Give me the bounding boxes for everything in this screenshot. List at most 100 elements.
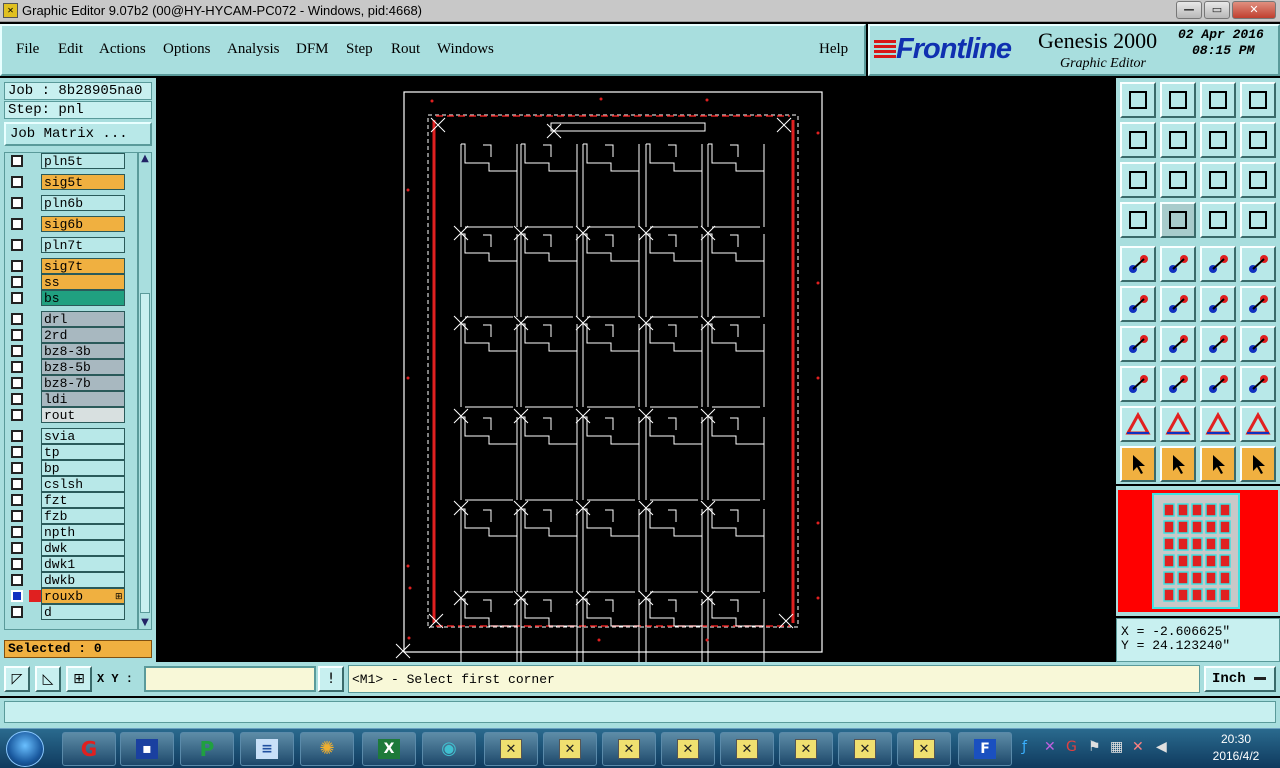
unit-selector[interactable]: Inch: [1204, 666, 1276, 692]
taskbar-genesis-7[interactable]: ✕: [838, 732, 892, 766]
line-tool-button[interactable]: [1160, 326, 1196, 362]
layer-name[interactable]: svia: [41, 428, 125, 444]
triangle-2-button[interactable]: [1160, 406, 1196, 442]
layer-name[interactable]: ss: [41, 274, 125, 290]
layer-row-fzb[interactable]: fzb: [5, 508, 137, 524]
minimize-button[interactable]: —: [1176, 1, 1202, 19]
layer-row-drl[interactable]: drl: [5, 311, 137, 327]
menu-dfm[interactable]: DFM: [296, 41, 329, 58]
dimension-button[interactable]: [1200, 366, 1236, 402]
layer-checkbox[interactable]: [11, 239, 23, 251]
pan-left-button[interactable]: [1120, 122, 1156, 158]
scale-1to2-button[interactable]: [1200, 162, 1236, 198]
layer-checkbox[interactable]: [11, 176, 23, 188]
help-button[interactable]: [1240, 162, 1276, 198]
fit-screen-button[interactable]: [1120, 162, 1156, 198]
layer-checkbox[interactable]: [11, 478, 23, 490]
close-button[interactable]: ✕: [1232, 1, 1276, 19]
scroll-up-icon[interactable]: ▲: [140, 153, 150, 165]
taskbar-excel[interactable]: X: [362, 732, 416, 766]
layer-checkbox[interactable]: [11, 218, 23, 230]
layer-name[interactable]: bz8-5b: [41, 359, 125, 375]
layer-checkbox[interactable]: [11, 329, 23, 341]
taskbar-eye[interactable]: ◉: [422, 732, 476, 766]
layer-row-sig7t[interactable]: sig7t: [5, 258, 137, 274]
snap-settings-button[interactable]: [1120, 202, 1156, 238]
add-node-button[interactable]: [1240, 286, 1276, 322]
menu-help[interactable]: Help: [819, 41, 848, 58]
polygon-tool-button[interactable]: [1160, 246, 1196, 282]
menu-edit[interactable]: Edit: [58, 41, 83, 58]
layer-row-pln6b[interactable]: pln6b: [5, 195, 137, 211]
menu-step[interactable]: Step: [346, 41, 373, 58]
taskbar-genesis-6[interactable]: ✕: [779, 732, 833, 766]
tray-volume-icon[interactable]: ◀: [1156, 739, 1167, 755]
layer-row-pln7t[interactable]: pln7t: [5, 237, 137, 253]
layer-name[interactable]: fzt: [41, 492, 125, 508]
layer-row-tp[interactable]: tp: [5, 444, 137, 460]
layer-colors-button[interactable]: [1200, 202, 1236, 238]
center-button[interactable]: [1160, 162, 1196, 198]
layer-checkbox[interactable]: [11, 574, 23, 586]
scroll-thumb[interactable]: [140, 293, 150, 613]
layer-checkbox[interactable]: [11, 409, 23, 421]
angle-tool-button[interactable]: [1120, 326, 1156, 362]
menu-file[interactable]: File: [16, 41, 39, 58]
menu-windows[interactable]: Windows: [437, 41, 494, 58]
layer-name[interactable]: sig6b: [41, 216, 125, 232]
layer-checkbox[interactable]: [11, 276, 23, 288]
layer-name[interactable]: dwk: [41, 540, 125, 556]
taskbar-genesis-1[interactable]: ✕: [484, 732, 538, 766]
layer-colors-2-button[interactable]: [1240, 202, 1276, 238]
taskbar-app-p[interactable]: P: [180, 732, 234, 766]
pad-tool-button[interactable]: [1120, 246, 1156, 282]
layer-name[interactable]: d: [41, 604, 125, 620]
route-select-button[interactable]: [1240, 446, 1276, 482]
menu-analysis[interactable]: Analysis: [227, 41, 280, 58]
open-job-button[interactable]: [1120, 82, 1156, 118]
slot-tool-button[interactable]: [1160, 366, 1196, 402]
flip-button[interactable]: [1240, 122, 1276, 158]
command-input[interactable]: [4, 701, 1276, 723]
pan-right-button[interactable]: [1160, 122, 1196, 158]
scroll-down-icon[interactable]: ▼: [140, 617, 150, 629]
layer-name[interactable]: drl: [41, 311, 125, 327]
move-node-button[interactable]: [1200, 286, 1236, 322]
circle-pad-button[interactable]: [1240, 246, 1276, 282]
graphic-canvas[interactable]: [156, 78, 1116, 683]
layer-row-fzt[interactable]: fzt: [5, 492, 137, 508]
home-button[interactable]: [1200, 82, 1236, 118]
tray-g-icon[interactable]: G: [1066, 739, 1077, 755]
layer-checkbox[interactable]: [11, 462, 23, 474]
maximize-button[interactable]: ▭: [1204, 1, 1230, 19]
minimap-view[interactable]: [1116, 486, 1280, 616]
job-matrix-button[interactable]: Job Matrix ...: [4, 122, 152, 146]
layer-row-pln5t[interactable]: pln5t: [5, 153, 137, 169]
layer-checkbox[interactable]: [11, 606, 23, 618]
tray-x-icon[interactable]: ✕: [1044, 739, 1056, 755]
system-clock[interactable]: 20:30 2016/4/2: [1196, 731, 1276, 765]
select-arrow-button[interactable]: [1120, 446, 1156, 482]
menu-options[interactable]: Options: [163, 41, 211, 58]
merge-button[interactable]: [1240, 366, 1276, 402]
taskbar-genesis-8[interactable]: ✕: [897, 732, 951, 766]
layer-checkbox[interactable]: [11, 197, 23, 209]
layer-row-bz8-5b[interactable]: bz8-5b: [5, 359, 137, 375]
layer-name[interactable]: cslsh: [41, 476, 125, 492]
layer-row-2rd[interactable]: 2rd: [5, 327, 137, 343]
measure-icon[interactable]: ◺: [35, 666, 61, 692]
taskbar-frontline[interactable]: F: [958, 732, 1012, 766]
taskbar-notepad[interactable]: ≡: [240, 732, 294, 766]
layer-name[interactable]: dwk1: [41, 556, 125, 572]
mirror-text-button[interactable]: [1240, 326, 1276, 362]
triangle-3-button[interactable]: [1200, 406, 1236, 442]
menu-actions[interactable]: Actions: [99, 41, 146, 58]
layer-row-bz8-3b[interactable]: bz8-3b: [5, 343, 137, 359]
layer-checkbox[interactable]: [11, 377, 23, 389]
save-step-button[interactable]: [1160, 82, 1196, 118]
layer-name[interactable]: sig5t: [41, 174, 125, 190]
taskbar-shell[interactable]: ✺: [300, 732, 354, 766]
layer-checkbox[interactable]: [11, 494, 23, 506]
tray-flag-icon[interactable]: ⚑: [1088, 739, 1101, 755]
taskbar-genesis-5[interactable]: ✕: [720, 732, 774, 766]
